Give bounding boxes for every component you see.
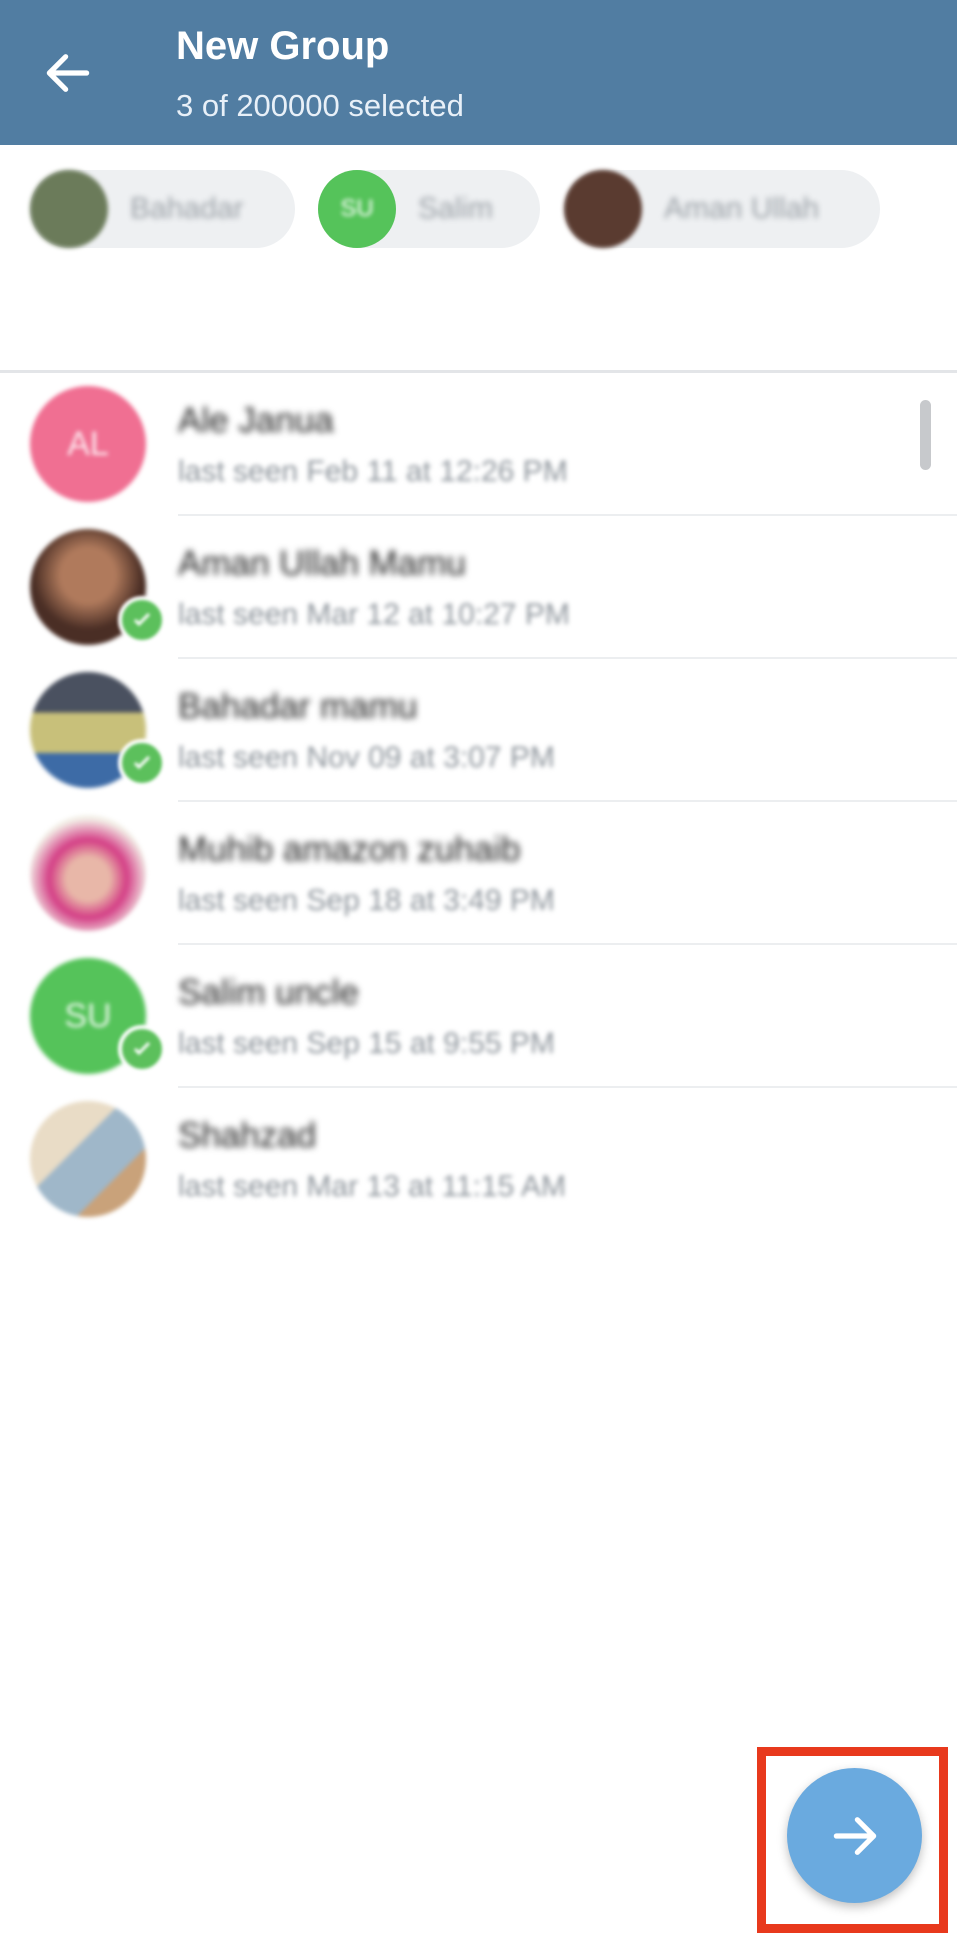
next-button[interactable]	[787, 1768, 922, 1903]
arrow-right-icon	[833, 1816, 876, 1855]
selected-chip[interactable]: Bahadar	[30, 170, 295, 248]
contact-row[interactable]: Shahzad last seen Mar 13 at 11:15 AM	[0, 1088, 957, 1231]
avatar-initials: SU	[340, 195, 374, 222]
avatar: SU	[318, 170, 396, 248]
app-header: New Group 3 of 200000 selected	[0, 0, 957, 145]
last-seen-status: last seen Sep 18 at 3:49 PM	[178, 884, 555, 917]
selected-check-icon	[118, 739, 166, 787]
page-title: New Group	[176, 24, 390, 68]
contact-name: Muhib amazon zuhaib	[178, 830, 521, 869]
avatar	[30, 170, 108, 248]
avatar	[30, 815, 146, 931]
contact-name: Aman Ullah Mamu	[178, 544, 466, 583]
selected-check-icon	[118, 1025, 166, 1073]
back-button[interactable]	[40, 45, 96, 101]
contact-row[interactable]: Aman Ullah Mamu last seen Mar 12 at 10:2…	[0, 516, 957, 659]
avatar: AL	[30, 386, 146, 502]
contact-row[interactable]: Bahadar mamu last seen Nov 09 at 3:07 PM	[0, 659, 957, 802]
avatar	[564, 170, 642, 248]
last-seen-status: last seen Nov 09 at 3:07 PM	[178, 741, 555, 774]
chip-label: Bahadar	[130, 192, 244, 225]
contact-name: Shahzad	[178, 1116, 317, 1155]
last-seen-status: last seen Sep 15 at 9:55 PM	[178, 1027, 555, 1060]
contact-row[interactable]: SU Salim uncle last seen Sep 15 at 9:55 …	[0, 945, 957, 1088]
contact-name: Ale Janua	[178, 401, 334, 440]
last-seen-status: last seen Mar 13 at 11:15 AM	[178, 1170, 566, 1203]
contact-row[interactable]: AL Ale Janua last seen Feb 11 at 12:26 P…	[0, 373, 957, 516]
selected-members-bar: Bahadar SU Salim Aman Ullah	[0, 145, 957, 370]
last-seen-status: last seen Feb 11 at 12:26 PM	[178, 455, 568, 488]
contact-name: Salim uncle	[178, 973, 359, 1012]
avatar-initials: SU	[64, 996, 112, 1035]
selected-check-icon	[118, 596, 166, 644]
chip-label: Salim	[418, 192, 494, 225]
chip-label: Aman Ullah	[664, 192, 820, 225]
selected-chip[interactable]: Aman Ullah	[564, 170, 880, 248]
avatar	[30, 1101, 146, 1217]
avatar-initials: AL	[67, 424, 109, 463]
arrow-left-icon	[46, 54, 90, 92]
selected-chip[interactable]: SU Salim	[318, 170, 540, 248]
last-seen-status: last seen Mar 12 at 10:27 PM	[178, 598, 570, 631]
selection-count: 3 of 200000 selected	[176, 88, 464, 123]
contact-name: Bahadar mamu	[178, 687, 418, 726]
contact-row[interactable]: Muhib amazon zuhaib last seen Sep 18 at …	[0, 802, 957, 945]
scrollbar[interactable]	[920, 400, 931, 470]
